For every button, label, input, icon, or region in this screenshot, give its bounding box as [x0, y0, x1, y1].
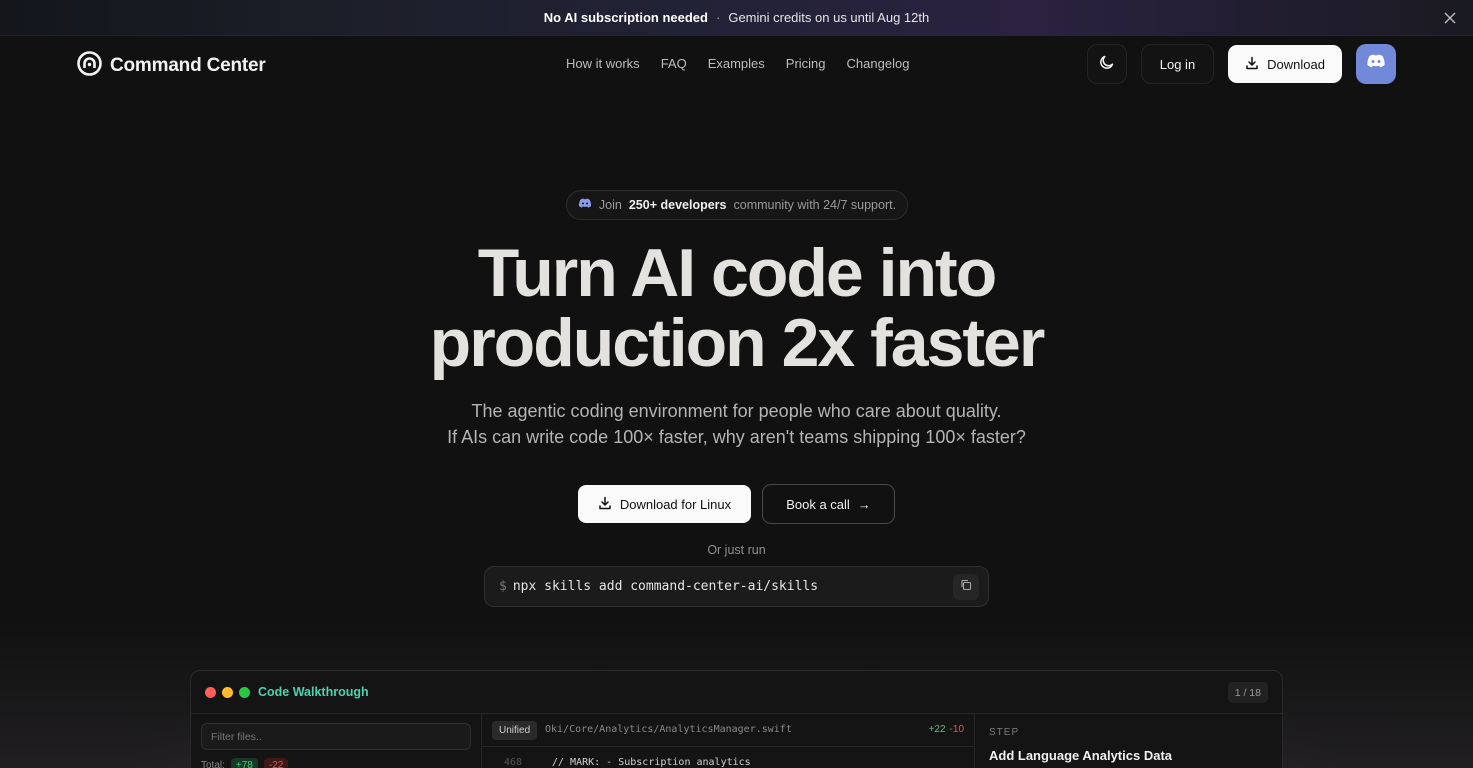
file-deletions: -10 — [949, 724, 964, 735]
unified-view-toggle[interactable]: Unified — [492, 721, 538, 740]
diff-header: Unified Oki/Core/Analytics/AnalyticsMana… — [482, 714, 974, 747]
step-label: STEP — [989, 727, 1020, 738]
line-text: // MARK: - Subscription analytics — [552, 757, 751, 768]
hero-subtitle: The agentic coding environment for peopl… — [0, 398, 1473, 450]
copy-icon — [960, 579, 972, 595]
community-pill[interactable]: Join 250+ developers community with 24/7… — [566, 190, 908, 220]
window-maximize-dot — [239, 687, 250, 698]
window-close-dot — [205, 687, 216, 698]
arrow-right-icon: → — [857, 496, 871, 512]
discord-button[interactable] — [1356, 44, 1396, 84]
or-just-run-label: Or just run — [707, 543, 766, 557]
nav-actions: Log in Download — [1086, 44, 1396, 84]
diff-file-path: Oki/Core/Analytics/AnalyticsManager.swif… — [545, 724, 792, 735]
pill-prefix: Join — [598, 198, 622, 212]
top-nav: Command Center How it works FAQ Examples… — [0, 36, 1473, 92]
nav-item-faq[interactable]: FAQ — [661, 56, 687, 71]
panel-header: Code Walkthrough 1 / 18 — [191, 671, 1282, 714]
nav-item-changelog[interactable]: Changelog — [847, 56, 910, 71]
copy-button[interactable] — [953, 574, 979, 600]
hero-headline: Turn AI code into production 2x faster — [0, 238, 1473, 378]
line-number: 468 — [503, 757, 522, 768]
file-additions: +22 — [928, 724, 946, 735]
panel-title: Code Walkthrough — [258, 685, 369, 699]
command-center-logo-icon — [77, 51, 102, 81]
total-diffstat: Total: +78 -22 — [201, 758, 289, 768]
step-counter: 1 / 18 — [1227, 682, 1268, 703]
brand-name: Command Center — [110, 55, 266, 76]
step-title: Add Language Analytics Data — [989, 748, 1172, 763]
window-controls — [205, 687, 250, 698]
announcement-separator: · — [715, 10, 721, 25]
announcement-bar: No AI subscription needed · Gemini credi… — [0, 0, 1473, 36]
theme-toggle-button[interactable] — [1086, 44, 1127, 84]
hero-subtitle-line2: If AIs can write code 100× faster, why a… — [447, 427, 1026, 447]
download-icon — [1245, 56, 1259, 73]
brand-link[interactable]: Command Center — [77, 51, 266, 81]
download-for-linux-button[interactable]: Download for Linux — [578, 485, 751, 523]
moon-icon — [1099, 54, 1115, 75]
command-prompt: $ — [499, 579, 507, 594]
announcement-text: Gemini credits on us until Aug 12th — [728, 10, 930, 25]
nav-item-how-it-works[interactable]: How it works — [566, 56, 640, 71]
hero-headline-line2: production 2x faster — [429, 305, 1046, 381]
hero-subtitle-line1: The agentic coding environment for peopl… — [471, 401, 1002, 421]
total-label: Total: — [201, 760, 225, 768]
total-deletions-badge: -22 — [263, 758, 289, 768]
announcement-strong: No AI subscription needed — [543, 10, 708, 25]
filter-files-input[interactable]: Filter files.. — [201, 723, 471, 750]
nav-item-examples[interactable]: Examples — [708, 56, 765, 71]
command-text: npx skills add command-center-ai/skills — [512, 579, 819, 594]
discord-icon — [1366, 54, 1386, 74]
step-column: STEP Add Language Analytics Data — [975, 714, 1282, 768]
file-list-column: Filter files.. Total: +78 -22 — [191, 714, 482, 768]
discord-icon — [578, 198, 592, 212]
diff-column: Unified Oki/Core/Analytics/AnalyticsMana… — [482, 714, 975, 768]
total-additions-badge: +78 — [230, 758, 258, 768]
window-minimize-dot — [222, 687, 233, 698]
download-icon — [598, 496, 612, 513]
close-icon[interactable] — [1441, 9, 1459, 27]
file-diffstat: +22 -10 — [929, 724, 964, 735]
code-line: 468 // MARK: - Subscription analytics — [482, 757, 751, 768]
install-command-box[interactable]: $ npx skills add command-center-ai/skill… — [484, 566, 989, 607]
code-walkthrough-panel: Code Walkthrough 1 / 18 Filter files.. T… — [190, 670, 1283, 768]
pill-highlight: 250+ developers — [628, 198, 727, 212]
nav-menu: How it works FAQ Examples Pricing Change… — [566, 56, 909, 71]
nav-item-pricing[interactable]: Pricing — [786, 56, 826, 71]
book-a-call-button[interactable]: Book a call → — [762, 484, 895, 524]
hero-headline-line1: Turn AI code into — [477, 235, 998, 311]
login-button[interactable]: Log in — [1140, 44, 1215, 84]
pill-suffix: community with 24/7 support. — [733, 198, 897, 212]
download-button[interactable]: Download — [1228, 45, 1342, 83]
book-a-call-label: Book a call — [786, 496, 850, 512]
download-for-linux-label: Download for Linux — [619, 496, 732, 512]
download-button-label: Download — [1267, 56, 1325, 72]
